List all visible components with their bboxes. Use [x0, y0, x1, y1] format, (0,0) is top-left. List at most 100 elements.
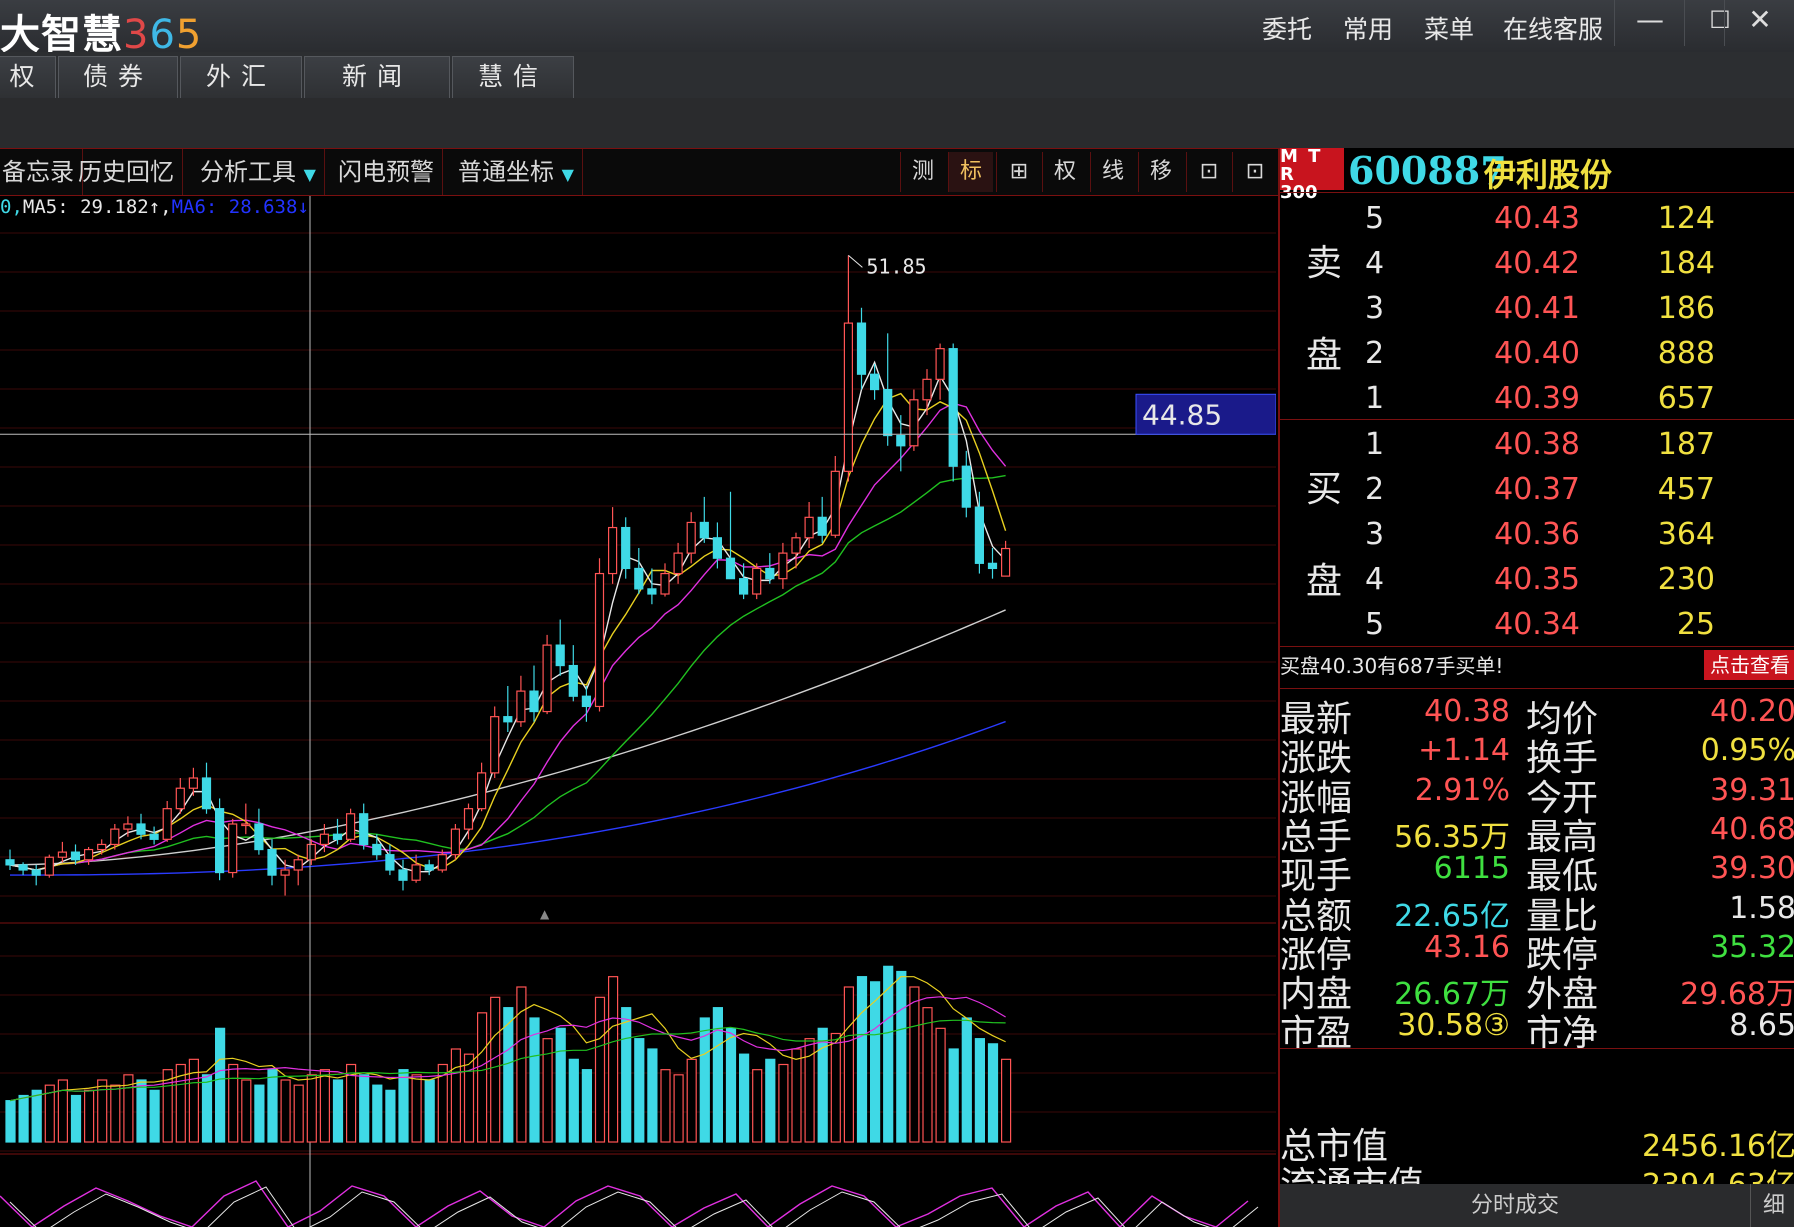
candle-body	[306, 843, 316, 861]
volume-bar	[555, 1027, 566, 1143]
ma-legend-0: 0,	[0, 196, 23, 218]
candle-body	[188, 777, 198, 789]
toolbar-analysis-tools[interactable]: 分析工具 ▼	[192, 149, 325, 195]
sell-row[interactable]: 5 40.43 124	[1280, 196, 1794, 241]
buy-level: 5	[1365, 607, 1385, 642]
tab-forex[interactable]: 外汇	[180, 56, 302, 100]
candle-body	[175, 787, 185, 810]
volume-bar	[490, 996, 501, 1143]
volume-bar	[581, 1069, 593, 1143]
candle-body	[201, 777, 212, 810]
quote-value: 2.91%	[1414, 772, 1510, 808]
close-button[interactable]: ✕	[1724, 0, 1794, 46]
toolbar-normal-axis[interactable]: 普通坐标 ▼	[450, 149, 583, 195]
toolbar-flash-alert[interactable]: 闪电预警	[330, 149, 443, 195]
buy-vol: 25	[1676, 607, 1715, 642]
dropdown-arrow-icon: ▼	[303, 165, 316, 184]
title-bar: 大智慧365 委托 常用 菜单 在线客服 — ☐ ✕	[0, 0, 1794, 58]
sell-price: 40.40	[1494, 336, 1580, 371]
volume-bar	[450, 1048, 461, 1143]
quote-value: 35.32	[1710, 929, 1794, 965]
buy-row[interactable]: 3 40.36 364	[1280, 512, 1794, 557]
sell-row[interactable]: 4 40.42 184	[1280, 241, 1794, 286]
market-value-value: 2456.16亿	[1641, 1129, 1794, 1164]
candle-body	[974, 506, 985, 564]
quote-value: 26.67万	[1394, 977, 1510, 1013]
peak-pointer	[848, 255, 863, 268]
sell-vol: 124	[1657, 201, 1715, 236]
volume-bar	[660, 1069, 671, 1143]
candle-body	[332, 833, 343, 840]
candle-body	[437, 854, 447, 871]
mtr-badge[interactable]: M T R 300	[1280, 148, 1344, 202]
candle-body	[267, 848, 277, 876]
buy-vol: 230	[1657, 562, 1715, 597]
buy-level: 4	[1365, 562, 1385, 597]
candle-body	[922, 378, 932, 401]
sell-vol: 888	[1657, 336, 1715, 371]
menu-common[interactable]: 常用	[1343, 10, 1393, 46]
candle-body	[372, 843, 382, 856]
detail-button[interactable]: 细	[1750, 1184, 1794, 1227]
menu-entrust[interactable]: 委托	[1262, 10, 1312, 46]
sell-vol: 657	[1657, 381, 1715, 416]
measure-icon[interactable]: 测	[900, 152, 945, 192]
quote-value: 1.58	[1729, 890, 1794, 926]
sell-price: 40.42	[1494, 246, 1580, 281]
volume-bar	[869, 981, 881, 1143]
sell-price: 40.39	[1494, 381, 1580, 416]
volume-bar	[411, 1074, 422, 1143]
rights-icon[interactable]: 权	[1042, 152, 1087, 192]
line-icon[interactable]: 线	[1090, 152, 1135, 192]
volume-bar	[201, 1074, 213, 1143]
candle-body	[607, 526, 618, 575]
menu-menu[interactable]: 菜单	[1424, 10, 1474, 46]
volume-bar	[463, 1053, 475, 1143]
toolbar-history[interactable]: 历史回忆	[70, 149, 183, 195]
candle-body	[110, 828, 120, 846]
buy-row[interactable]: 4 40.35 230	[1280, 557, 1794, 602]
sell-row[interactable]: 3 40.41 186	[1280, 286, 1794, 331]
volume-bar	[280, 1079, 291, 1143]
candle-body	[673, 552, 683, 575]
volume-bar	[607, 976, 619, 1143]
candle-body	[542, 644, 552, 713]
mark-icon[interactable]: 标	[948, 152, 993, 192]
view-notice-button[interactable]: 点击查看	[1704, 650, 1794, 680]
ma-legend: 0,MA5: 29.182↑,MA6: 28.638↓	[0, 196, 309, 218]
grid-icon[interactable]: ⊞	[996, 152, 1041, 192]
volume-bar	[647, 1048, 658, 1143]
volume-bar	[398, 1069, 409, 1143]
kline-chart[interactable]: 51.85 44.85 ▲	[0, 196, 1276, 1227]
minimize-button[interactable]: —	[1614, 0, 1685, 46]
bottom-bar: 分时成交 细	[1280, 1184, 1794, 1227]
volume-bar	[241, 1079, 252, 1143]
quote-value: 39.30	[1710, 851, 1794, 887]
tab-huixin[interactable]: 慧信	[452, 56, 574, 100]
candle-body	[765, 567, 775, 580]
stock-code: 600887	[1348, 148, 1507, 193]
volume-bar	[621, 1007, 632, 1143]
tab-bonds[interactable]: 债券	[58, 56, 178, 100]
buy-row[interactable]: 5 40.34 25	[1280, 602, 1794, 647]
candle-body	[529, 690, 539, 713]
window-icon[interactable]: ⊡	[1186, 152, 1231, 192]
menu-online-service[interactable]: 在线客服	[1503, 10, 1603, 46]
sell-row[interactable]: 1 40.39 657	[1280, 376, 1794, 421]
quote-value: 29.68万	[1680, 977, 1794, 1013]
volume-bar	[215, 1027, 226, 1143]
panel-toggle-icon[interactable]: ⊡	[1232, 152, 1277, 192]
tab-rights[interactable]: 权	[0, 56, 56, 100]
buy-row[interactable]: 1 40.38 187	[1280, 422, 1794, 467]
candle-body	[241, 823, 251, 827]
move-icon[interactable]: 移	[1138, 152, 1183, 192]
sell-row[interactable]: 2 40.40 888	[1280, 331, 1794, 376]
candle-body	[293, 859, 303, 871]
tick-trades-button[interactable]: 分时成交	[1280, 1184, 1750, 1227]
candle-body	[804, 516, 814, 539]
candle-body	[830, 470, 840, 536]
buy-row[interactable]: 2 40.37 457	[1280, 467, 1794, 512]
tab-news[interactable]: 新闻	[304, 56, 450, 100]
quote-value: 40.38	[1424, 694, 1510, 729]
candle-body	[621, 526, 631, 570]
